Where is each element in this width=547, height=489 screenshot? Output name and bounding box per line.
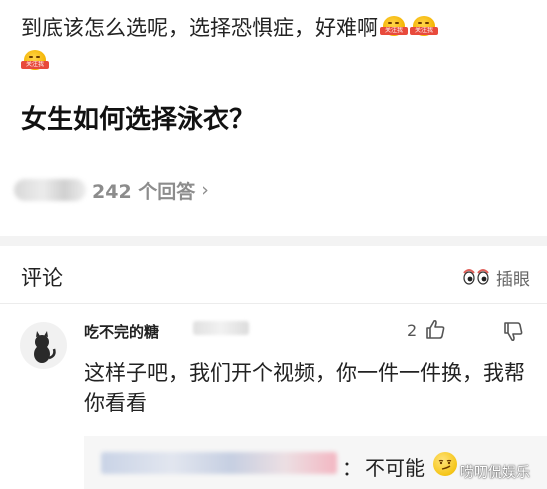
chevron-right-icon: ›	[201, 179, 209, 201]
post-text: 到底该怎么选呢，选择恐惧症，好难啊 关注我 关注我	[21, 14, 541, 42]
answers-count: 242 个回答	[92, 180, 196, 203]
comment-username[interactable]: 吃不完的糖	[84, 321, 159, 342]
smirk-emoji-icon	[433, 452, 457, 476]
emoji-row: 关注我	[19, 50, 49, 73]
follow-me-emoji-icon: 关注我	[380, 16, 408, 38]
reply-text: 不可能	[365, 456, 425, 480]
blurred-user-tag	[193, 321, 249, 335]
blurred-reply-username	[101, 452, 337, 474]
watermark: 唠叨侃娱乐	[460, 465, 530, 481]
section-divider	[0, 236, 547, 246]
reply-colon: ：	[342, 456, 362, 480]
follow-me-emoji-icon: 关注我	[21, 50, 49, 72]
eyes-icon[interactable]	[462, 266, 490, 286]
insert-eye-button[interactable]: 插眼	[496, 265, 530, 290]
thumbs-down-icon[interactable]	[502, 321, 524, 343]
follow-me-emoji-icon: 关注我	[410, 16, 438, 38]
thumbs-up-icon[interactable]	[424, 318, 446, 340]
comments-header: 评论	[21, 266, 63, 290]
blurred-avatars	[14, 179, 86, 201]
answers-link[interactable]: 242 个回答 ›	[14, 176, 209, 204]
comment-text: 这样子吧，我们开个视频，你一件一件换，我帮你看看	[84, 361, 525, 415]
like-count: 2	[407, 321, 418, 340]
divider-line	[0, 303, 547, 304]
avatar[interactable]	[20, 322, 67, 369]
post-text-content: 到底该怎么选呢，选择恐惧症，好难啊	[21, 16, 378, 40]
question-title[interactable]: 女生如何选择泳衣？	[21, 99, 255, 136]
